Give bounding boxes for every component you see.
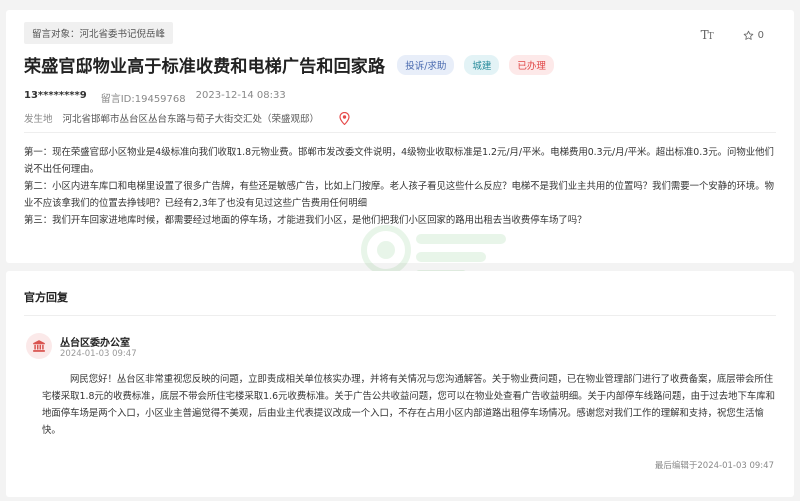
message-content: 第一：现在荣盛官邸小区物业是4级标准向我们收取1.8元物业费。邯郸市发改委文件说…: [24, 144, 776, 229]
message-meta: 13********9 留言ID:19459768 2023-12-14 08:…: [24, 90, 286, 105]
domain-tag: 城建: [464, 54, 500, 75]
location-value: 河北省邯郸市丛台区丛台东路与荀子大街交汇处（荣盛观邸）: [62, 114, 320, 125]
reply-card: 官方回复 丛台区委办公室 2024-01-03 09:47 网民您好！丛台区非常…: [6, 271, 794, 497]
avatar: [26, 333, 52, 359]
page-title: 荣盛官邸物业高于标准收费和电梯广告和回家路: [24, 57, 386, 77]
message-id: 留言ID:19459768: [100, 94, 186, 105]
star-icon: [743, 30, 753, 40]
font-size-icon[interactable]: TT: [701, 28, 714, 42]
reply-org-name: 丛台区委办公室: [60, 338, 130, 349]
type-tag: 投诉/求助: [397, 54, 455, 75]
message-paragraph: 第三：我们开车回家进地库时候，都需要经过地面的停车场，才能进我们小区，是他们把我…: [24, 215, 587, 226]
location-label: 发生地: [24, 114, 53, 125]
favorite-count: 0: [757, 29, 764, 41]
message-user: 13********9: [24, 90, 87, 101]
reply-text: 网民您好！丛台区非常重视您反映的问题，立即责成相关单位核实办理，并将有关情况与您…: [42, 374, 775, 436]
reply-time: 2024-01-03 09:47: [60, 349, 137, 359]
message-paragraph: 第一：现在荣盛官邸小区物业是4级标准向我们收取1.8元物业费。邯郸市发改委文件说…: [24, 147, 774, 175]
reply-section-title: 官方回复: [24, 291, 68, 304]
location-row: 发生地 河北省邯郸市丛台区丛台东路与荀子大街交汇处（荣盛观邸）: [24, 111, 350, 125]
divider: [24, 132, 776, 133]
message-card: 留言对象：河北省委书记倪岳峰 TT 0 荣盛官邸物业高于标准收费和电梯广告和回家…: [6, 10, 794, 276]
message-paragraph: 第二：小区内进车库口和电梯里设置了很多广告牌，有些还是敏感广告，比如上门按摩。老…: [24, 181, 775, 209]
message-target: 留言对象：河北省委书记倪岳峰: [24, 22, 174, 44]
message-time: 2023-12-14 08:33: [195, 90, 286, 101]
government-building-icon: [33, 340, 45, 352]
divider: [24, 315, 776, 316]
favorite-button[interactable]: 0: [743, 30, 764, 41]
last-edited: 最后编辑于2024-01-03 09:47: [654, 461, 774, 471]
status-badge: 已办理: [509, 54, 554, 75]
title-row: 荣盛官邸物业高于标准收费和电梯广告和回家路 投诉/求助 城建 已办理: [24, 52, 564, 77]
message-actions: TT 0: [701, 28, 764, 42]
location-pin-icon[interactable]: [339, 111, 350, 125]
